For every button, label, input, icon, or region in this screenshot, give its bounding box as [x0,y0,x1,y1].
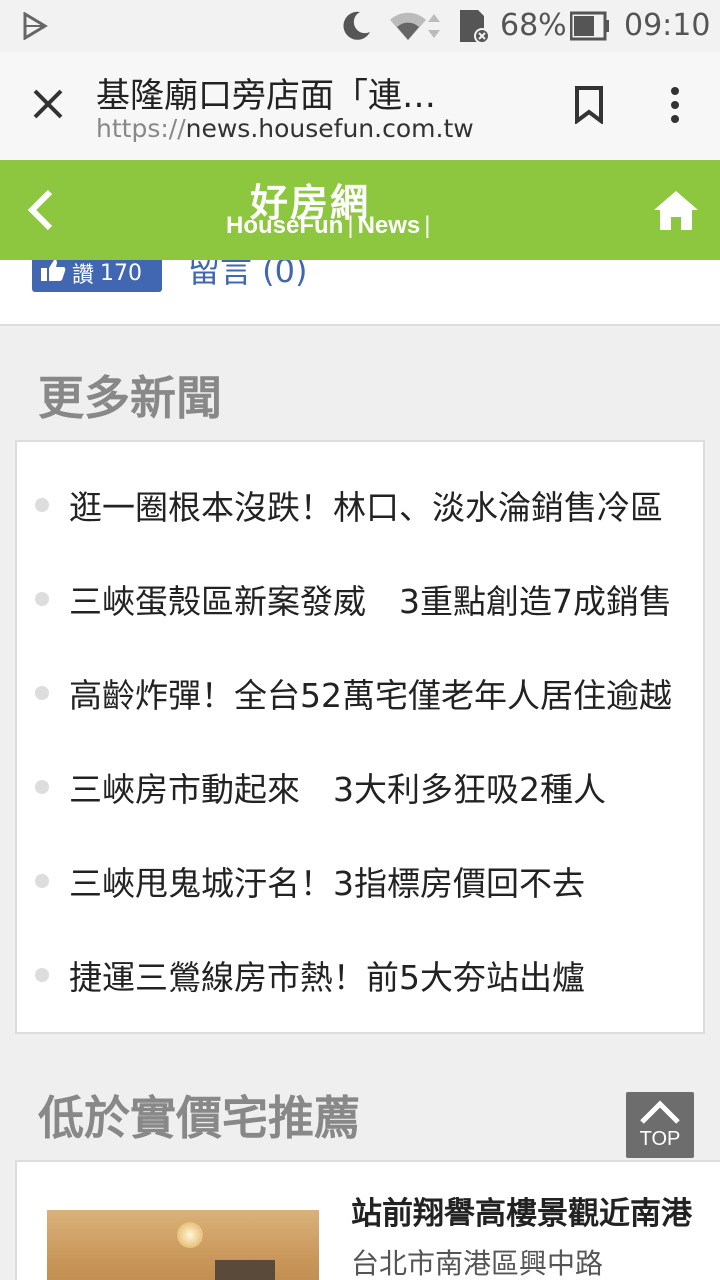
bullet-dot [35,686,49,700]
news-link[interactable]: 三峽蛋殼區新案發威 3重點創造7成銷售 [69,575,679,623]
more-vert-icon[interactable] [668,86,682,128]
bullet-dot [35,592,49,606]
listing-card[interactable]: 站前翔譽高樓景觀近南港 台北市南港區興中路 [15,1160,720,1280]
list-item[interactable]: 捷運三鶯線房市熱！前5大夯站出爐 [17,928,707,1022]
bullet-dot [35,780,49,794]
sd-card-icon [456,8,492,48]
chevron-left-icon[interactable] [26,188,56,236]
list-item[interactable]: 三峽甩鬼城汙名！3指標房價回不去 [17,834,707,928]
window-shape [215,1260,275,1280]
bookmark-icon[interactable] [574,86,604,128]
moon-icon [338,8,374,48]
like-count: 170 [100,260,143,286]
news-link[interactable]: 三峽房市動起來 3大利多狂吸2種人 [69,763,679,811]
browser-toolbar: 基隆廟口旁店面「連… https://news.housefun.com.tw [0,52,720,160]
bullet-dot [35,874,49,888]
news-link[interactable]: 逛一圈根本沒跌！林口、淡水淪銷售冷區 [69,481,679,529]
news-link[interactable]: 捷運三鶯線房市熱！前5大夯站出爐 [69,951,679,999]
like-label: 讚 [72,263,95,288]
like-button[interactable]: 讚 170 [32,260,162,292]
recommend-title: 低於實價宅推薦 [38,1091,360,1145]
listing-thumbnail[interactable] [47,1210,319,1280]
bullet-dot [35,498,49,512]
listing-address: 台北市南港區興中路 [351,1247,604,1280]
play-store-icon [22,11,48,44]
site-header: 好房網 HouseFun | News | [0,160,720,260]
home-icon[interactable] [652,188,700,236]
thumbs-up-icon [40,260,66,288]
listing-name[interactable]: 站前翔譽高樓景觀近南港 [351,1188,692,1233]
page-title[interactable]: 基隆廟口旁店面「連… [96,68,466,117]
news-link[interactable]: 高齡炸彈！全台52萬宅僅老年人居住逾越 [69,669,679,717]
logo-separator: | [347,212,354,239]
logo-brand: HouseFun [226,212,344,239]
list-item[interactable]: 三峽蛋殼區新案發威 3重點創造7成銷售 [17,552,707,646]
comment-link[interactable]: 留言 (0) [188,260,308,292]
more-news-title: 更多新聞 [38,371,222,425]
url-display[interactable]: https://news.housefun.com.tw [96,114,474,143]
battery-percent: 68% [500,8,567,43]
close-icon[interactable] [30,86,66,126]
list-item[interactable]: 三峽房市動起來 3大利多狂吸2種人 [17,740,707,834]
site-logo-en[interactable]: HouseFun | News | [226,212,435,240]
list-item[interactable]: 逛一圈根本沒跌！林口、淡水淪銷售冷區 [17,458,707,552]
bullet-dot [35,968,49,982]
logo-separator-end: | [424,212,431,239]
clock: 09:10 [624,8,711,43]
chandelier-shape [177,1222,203,1248]
top-label: TOP [639,1128,681,1150]
battery-icon [569,11,610,45]
logo-news: News [357,212,421,239]
wifi-icon [388,8,446,48]
social-row: 讚 170 留言 (0) [0,260,720,326]
list-item[interactable]: 高齡炸彈！全台52萬宅僅老年人居住逾越 [17,646,707,740]
url-scheme: https:// [96,114,186,143]
back-to-top-button[interactable]: TOP [626,1092,694,1158]
news-link[interactable]: 三峽甩鬼城汙名！3指標房價回不去 [69,857,679,905]
status-bar: 68% 09:10 [0,0,720,52]
more-news-list: 逛一圈根本沒跌！林口、淡水淪銷售冷區 三峽蛋殼區新案發威 3重點創造7成銷售 高… [15,440,705,1034]
chevron-up-icon [638,1098,682,1130]
url-host: news.housefun.com.tw [185,114,474,143]
